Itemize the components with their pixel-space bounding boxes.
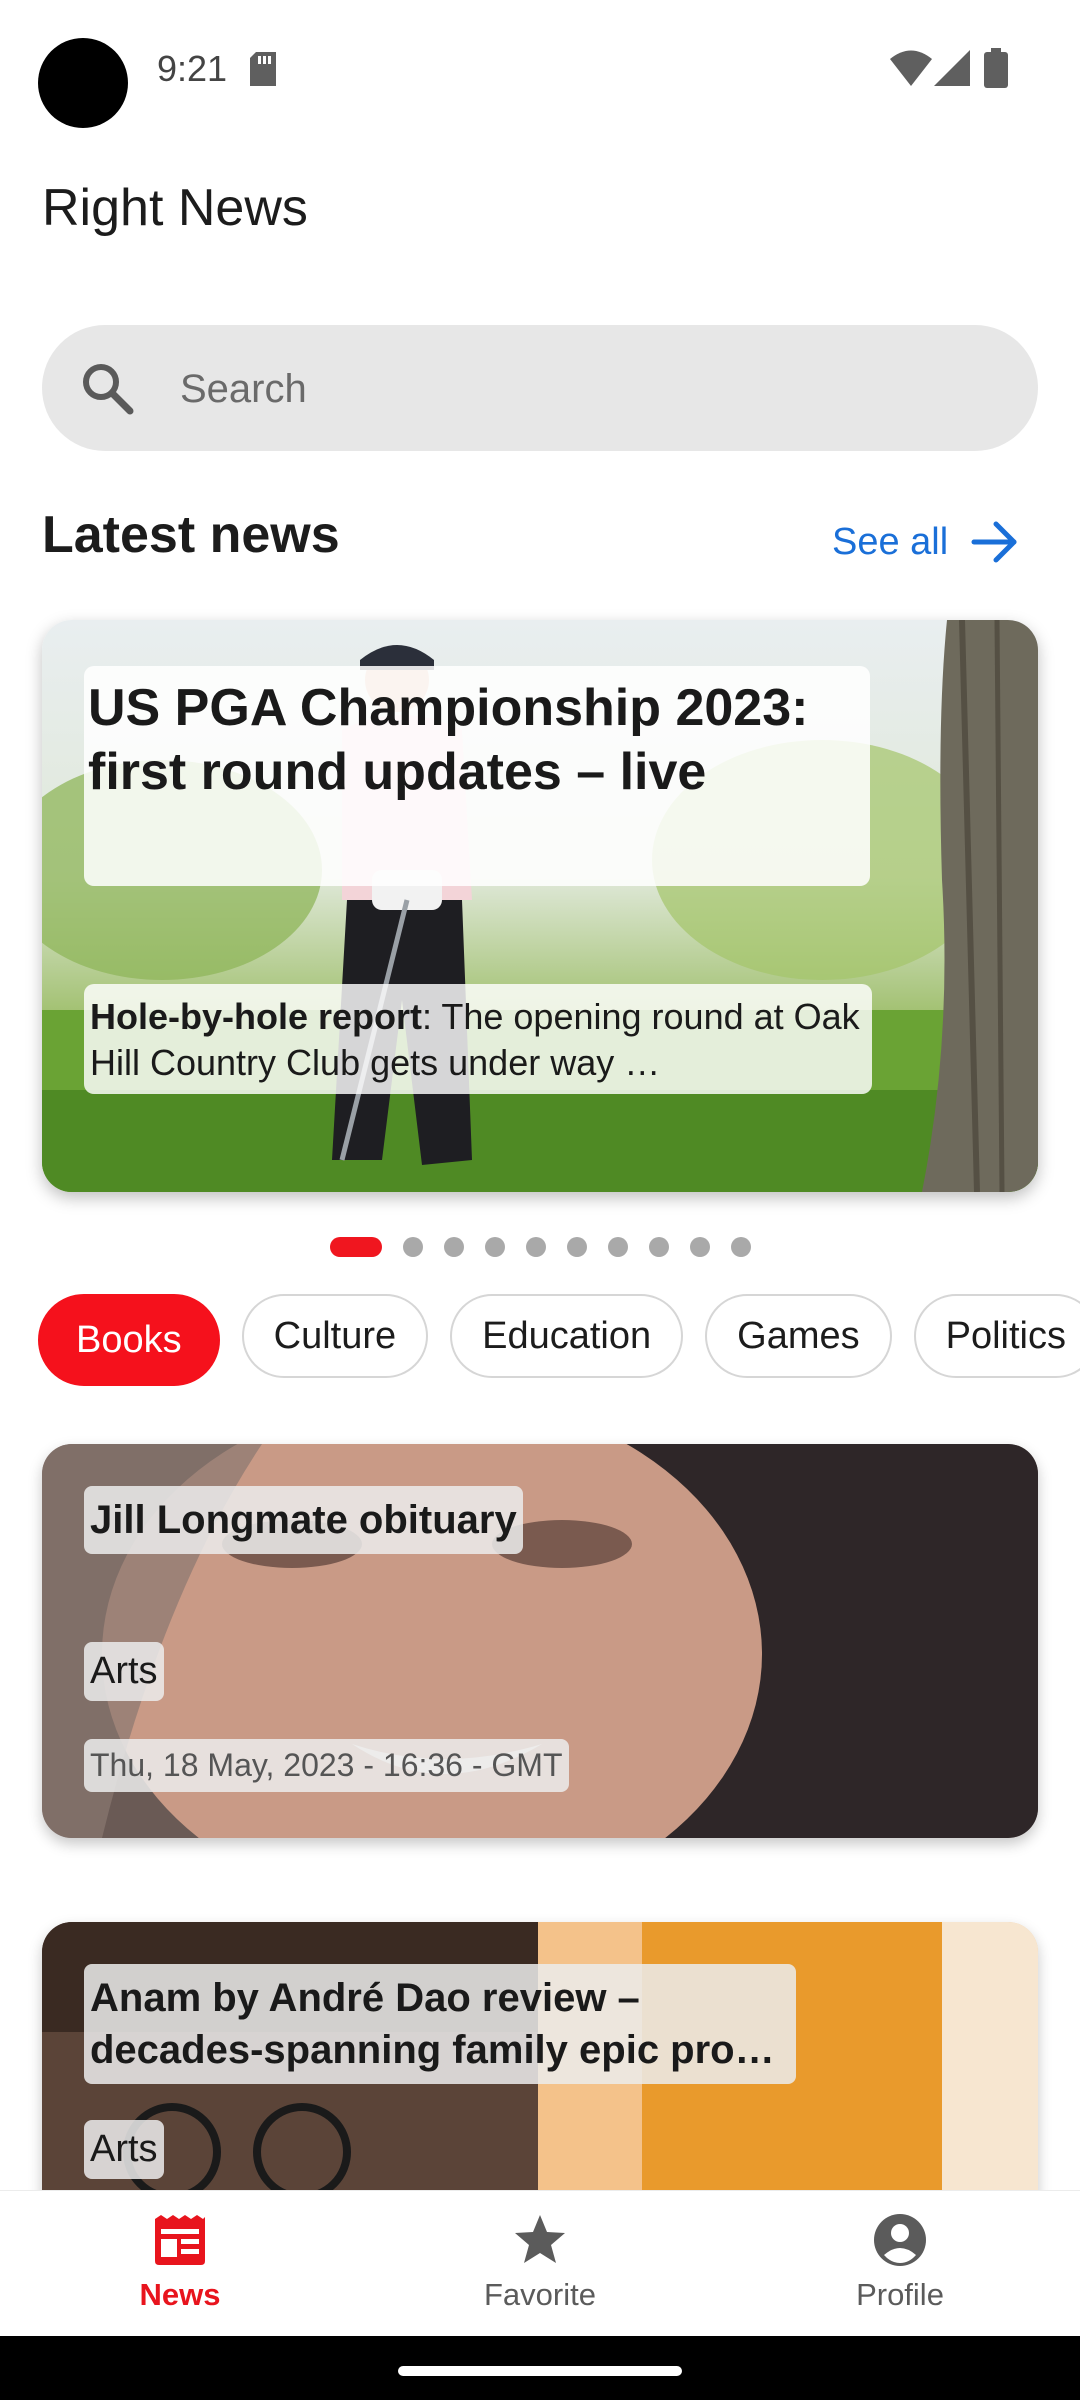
pager-dot[interactable] [731,1237,751,1257]
pager-dot[interactable] [649,1237,669,1257]
nav-news-label: News [139,2277,221,2312]
cell-signal-icon [934,50,970,86]
nav-favorite-label: Favorite [484,2277,596,2312]
camera-cutout [38,38,128,128]
chip-books[interactable]: Books [38,1294,220,1386]
hero-summary: Hole-by-hole report: The opening round a… [90,994,870,1086]
arrow-right-icon [971,521,1017,563]
article-title: Anam by André Dao review – decades-spann… [84,1964,796,2084]
chip-education[interactable]: Education [450,1294,684,1378]
battery-icon [984,48,1008,88]
see-all-link[interactable]: See all [832,520,1020,564]
star-icon [515,2215,565,2263]
newspaper-icon [155,2215,205,2265]
category-chips: Books Culture Education Games Politics [38,1294,1080,1386]
pager-dot[interactable] [485,1237,505,1257]
nav-favorite[interactable]: Favorite [430,2211,650,2313]
home-gesture-handle[interactable] [398,2366,682,2376]
pager-dot[interactable] [567,1237,587,1257]
hero-headline: US PGA Championship 2023: first round up… [88,679,809,801]
nav-news[interactable]: News [70,2211,290,2313]
app-title: Right News [42,179,308,237]
bottom-navigation: News Favorite Profile [0,2190,1080,2337]
pager-dot[interactable] [690,1237,710,1257]
sd-card-icon [250,52,276,86]
article-section: Arts [84,1642,164,1701]
article-title: Jill Longmate obituary [84,1486,523,1554]
pager-dot-active[interactable] [330,1237,382,1257]
chip-culture[interactable]: Culture [241,1294,429,1378]
article-section: Arts [84,2120,164,2179]
search-bar[interactable] [42,325,1038,451]
pager-dot[interactable] [608,1237,628,1257]
see-all-label: See all [832,520,949,563]
pager-dot[interactable] [403,1237,423,1257]
status-time: 9:21 [157,48,228,89]
chip-games[interactable]: Games [705,1294,892,1378]
pager-dot[interactable] [526,1237,546,1257]
nav-profile[interactable]: Profile [790,2211,1010,2313]
wifi-icon [890,50,932,86]
carousel-pager [330,1237,751,1257]
article-date: Thu, 18 May, 2023 - 16:36 - GMT [84,1739,569,1792]
article-card[interactable]: Anam by André Dao review – decades-spann… [42,1922,1038,2222]
article-card[interactable]: Jill Longmate obituary Arts Thu, 18 May,… [42,1444,1038,1838]
search-input[interactable] [178,355,982,423]
pager-dot[interactable] [444,1237,464,1257]
search-icon [83,364,134,415]
latest-news-card[interactable]: US PGA Championship 2023: first round up… [42,620,1038,1192]
account-circle-icon [874,2214,926,2266]
status-bar: 9:21 [0,0,1080,130]
nav-profile-label: Profile [856,2277,944,2312]
chip-politics[interactable]: Politics [913,1294,1080,1378]
hero-summary-bold: Hole-by-hole report [90,996,423,1037]
latest-news-heading: Latest news [42,506,340,564]
